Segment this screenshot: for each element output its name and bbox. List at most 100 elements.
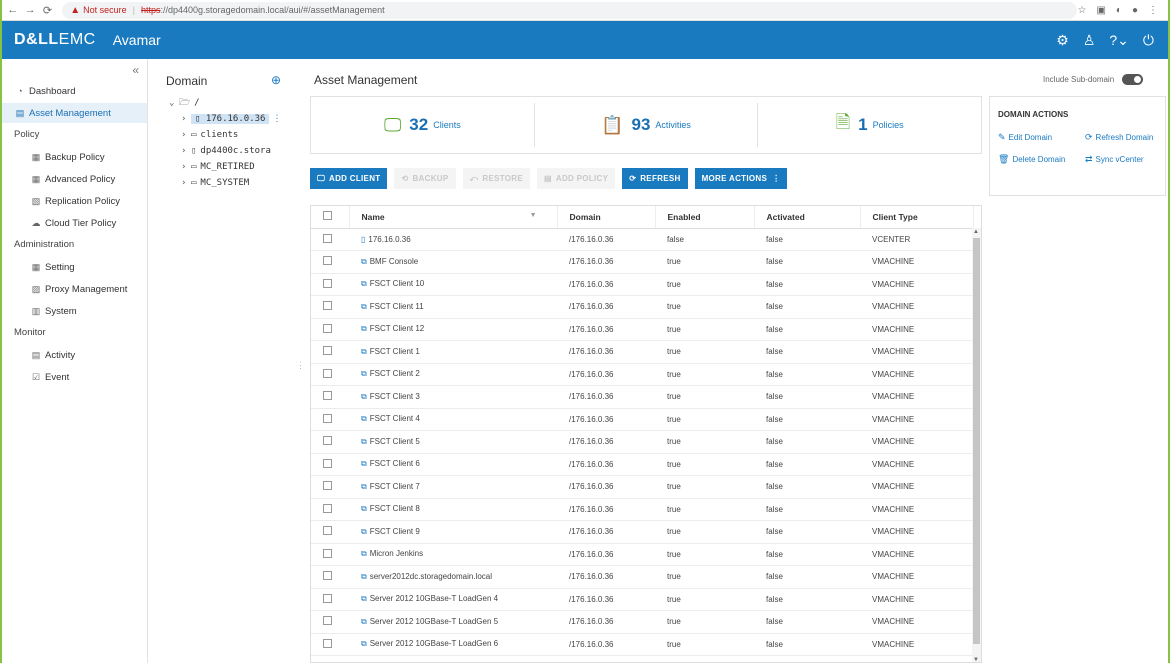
address-bar[interactable]: ▲ Not secure | https ://dp4400g.storaged… xyxy=(62,1,1078,19)
add-client-button[interactable]: 🖵 ADD CLIENT xyxy=(310,168,388,189)
sidebar-item-dashboard[interactable]: ◔ Dashboard xyxy=(2,81,147,101)
row-checkbox[interactable] xyxy=(323,571,332,581)
back-icon[interactable]: ← xyxy=(6,4,19,16)
table-row[interactable]: ⧉ FSCT Client 3/176.16.0.36 true false VMACH… xyxy=(311,385,973,409)
select-all-checkbox[interactable] xyxy=(323,211,332,221)
sidebar-item-advanced-policy[interactable]: ▦ Advanced Policy xyxy=(2,169,147,189)
row-checkbox[interactable] xyxy=(323,616,332,626)
enabled-column-header[interactable]: Enabled xyxy=(655,206,755,229)
help-icon[interactable]: ?⌄ xyxy=(1109,32,1129,49)
client-name-cell[interactable]: ⧉ FSCT Client 7 xyxy=(349,475,557,499)
browser-menu-icon[interactable]: ⋮ xyxy=(1148,5,1158,16)
sidebar-item-setting[interactable]: ▦ Setting xyxy=(2,257,147,277)
row-checkbox[interactable] xyxy=(323,233,332,243)
table-row[interactable]: ⧉ FSCT Client 5/176.16.0.36 true false VMACH… xyxy=(311,430,973,454)
summary-clients[interactable]: 🖵 32 Clients xyxy=(311,103,535,147)
name-column-header[interactable]: Name ▼ xyxy=(349,206,558,229)
row-checkbox[interactable] xyxy=(323,278,332,288)
client-name-cell[interactable]: ⧉ Server 2012 10GBase-T LoadGen 5 xyxy=(349,610,557,634)
client-name-cell[interactable]: ⧉ FSCT Client 8 xyxy=(349,498,557,521)
sidebar-item-proxy-management[interactable]: ▨ Proxy Management xyxy=(2,279,147,299)
client-name-cell[interactable]: ⧉ server2012dc.storagedomain.local xyxy=(349,565,557,589)
client-name-cell[interactable]: ⧉ FSCT Client 10 xyxy=(349,273,557,296)
row-checkbox[interactable] xyxy=(323,638,332,648)
row-checkbox[interactable] xyxy=(323,548,332,558)
chevron-right-icon[interactable]: › xyxy=(181,162,191,172)
row-checkbox[interactable] xyxy=(323,301,332,311)
scroll-up-icon[interactable]: ▲ xyxy=(973,229,979,235)
reload-icon[interactable]: ⟳ xyxy=(41,4,54,17)
client-name-cell[interactable]: ⧉ FSCT Client 3 xyxy=(349,385,557,409)
summary-activities[interactable]: 📋 93 Activities xyxy=(535,103,759,147)
client-name-cell[interactable]: ⧉ FSCT Client 4 xyxy=(349,408,557,431)
tree-node-selected[interactable]: › ▯ 176.16.0.36 ⋮ xyxy=(181,112,281,126)
client-name-cell[interactable]: ▯ 176.16.0.36 xyxy=(349,228,557,251)
client-name-cell[interactable]: ⧉ Micron Jenkins xyxy=(349,543,557,566)
chevron-right-icon[interactable]: › xyxy=(181,130,191,140)
table-row[interactable]: ▯ 176.16.0.36/176.16.0.36 false false VCENTE… xyxy=(311,228,973,251)
sidebar-item-asset-management[interactable]: ▤ Asset Management xyxy=(2,103,147,123)
extension-2-icon[interactable]: ◐ xyxy=(1116,5,1122,16)
chevron-right-icon[interactable]: › xyxy=(181,146,191,156)
table-row[interactable]: ⧉ FSCT Client 1/176.16.0.36 true false VMACH… xyxy=(311,340,973,364)
table-row[interactable]: ⧉ FSCT Client 8/176.16.0.36 true false VMACH… xyxy=(311,498,973,521)
sync-vcenter-link[interactable]: ⇄ Sync vCenter xyxy=(1085,154,1144,165)
table-row[interactable]: ⧉ FSCT Client 10/176.16.0.36 true false VMAC… xyxy=(311,273,973,296)
client-name-cell[interactable]: ⧉ FSCT Client 5 xyxy=(349,430,557,454)
table-row[interactable]: ⧉ server2012dc.storagedomain.local/176.16… xyxy=(311,565,973,589)
extension-icon[interactable]: ▣ xyxy=(1096,5,1105,16)
more-actions-button[interactable]: MORE ACTIONS ⋮ xyxy=(694,168,788,189)
table-row[interactable]: ⧉ FSCT Client 7/176.16.0.36 true false VMACH… xyxy=(311,475,973,499)
row-checkbox[interactable] xyxy=(323,481,332,491)
row-checkbox[interactable] xyxy=(323,503,332,513)
tree-node-root[interactable]: ⌄ 🗁 / xyxy=(169,96,200,110)
chevron-right-icon[interactable]: › xyxy=(181,114,191,124)
client-name-cell[interactable]: ⧉ BMF Console xyxy=(349,250,557,274)
summary-policies[interactable]: 🗎 1 Policies xyxy=(758,103,981,147)
chevron-down-icon[interactable]: ⌄ xyxy=(169,98,179,108)
row-checkbox[interactable] xyxy=(323,256,332,266)
row-checkbox[interactable] xyxy=(323,323,332,333)
row-checkbox[interactable] xyxy=(323,368,332,378)
table-row[interactable]: ⧉ FSCT Client 2/176.16.0.36 true false VMACH… xyxy=(311,363,973,386)
edit-domain-link[interactable]: ✎ Edit Domain xyxy=(998,132,1052,143)
table-row[interactable]: ⧉ Server 2012 10GBase-T LoadGen 4/176.16.… xyxy=(311,588,973,611)
scroll-down-icon[interactable]: ▼ xyxy=(973,657,979,662)
client-name-cell[interactable]: ⧉ FSCT Client 6 xyxy=(349,453,557,476)
tree-node-mc-retired[interactable]: › ▭ MC_RETIRED xyxy=(181,160,255,174)
tree-node-mc-system[interactable]: › ▭ MC_SYSTEM xyxy=(181,176,249,190)
sort-down-icon[interactable]: ▼ xyxy=(530,212,537,219)
add-policy-button[interactable]: ▤ ADD POLICY xyxy=(537,168,616,189)
client-name-cell[interactable]: ⧉ FSCT Client 1 xyxy=(349,340,557,364)
sidebar-item-cloud-tier-policy[interactable]: ☁ Cloud Tier Policy xyxy=(2,213,147,233)
sidebar-item-backup-policy[interactable]: ▦ Backup Policy xyxy=(2,147,147,167)
chevron-right-icon[interactable]: › xyxy=(181,178,191,188)
table-row[interactable]: ⧉ FSCT Client 9/176.16.0.36 true false VMACH… xyxy=(311,520,973,544)
client-name-cell[interactable]: ⧉ FSCT Client 2 xyxy=(349,363,557,386)
table-row[interactable]: ⧉ Server 2012 10GBase-T LoadGen 5/176.16.… xyxy=(311,610,973,634)
client-name-cell[interactable]: ⧉ Server 2012 10GBase-T LoadGen 6 xyxy=(349,633,557,656)
client-name-cell[interactable]: ⧉ FSCT Client 9 xyxy=(349,520,557,544)
sidebar-item-activity[interactable]: ▤ Activity xyxy=(2,345,147,365)
client-type-column-header[interactable]: Client Type xyxy=(860,206,974,229)
table-row[interactable]: ⧉ Micron Jenkins/176.16.0.36 true false VMAC… xyxy=(311,543,973,566)
table-row[interactable]: ⧉ BMF Console/176.16.0.36 true false VMACHIN… xyxy=(311,250,973,274)
domain-column-header[interactable]: Domain xyxy=(557,206,656,229)
row-checkbox[interactable] xyxy=(323,593,332,603)
power-icon[interactable]: ⏻ xyxy=(1143,32,1154,49)
row-checkbox[interactable] xyxy=(323,391,332,401)
tree-node-dp4400c[interactable]: › ▯ dp4400c.stora xyxy=(181,144,271,158)
client-name-cell[interactable]: ⧉ FSCT Client 12 xyxy=(349,318,557,341)
tree-node-selected-label[interactable]: ▯ 176.16.0.36 xyxy=(191,114,270,124)
tree-node-clients[interactable]: › ▭ clients xyxy=(181,128,238,142)
activated-column-header[interactable]: Activated xyxy=(754,206,861,229)
add-domain-icon[interactable]: ⊕ xyxy=(271,73,281,87)
table-row[interactable]: ⧉ Server 2012 10GBase-T LoadGen 6/176.16.… xyxy=(311,633,973,656)
restore-button[interactable]: ⤺ RESTORE xyxy=(462,168,531,189)
table-row[interactable]: ⧉ FSCT Client 4/176.16.0.36 true false VMACH… xyxy=(311,408,973,431)
settings-gear-icon[interactable]: ⚙ xyxy=(1056,32,1069,49)
collapse-sidebar-icon[interactable]: « xyxy=(132,63,139,77)
backup-button[interactable]: ⟲ BACKUP xyxy=(394,168,456,189)
row-checkbox[interactable] xyxy=(323,458,332,468)
refresh-domain-link[interactable]: ⟳ Refresh Domain xyxy=(1085,132,1153,143)
